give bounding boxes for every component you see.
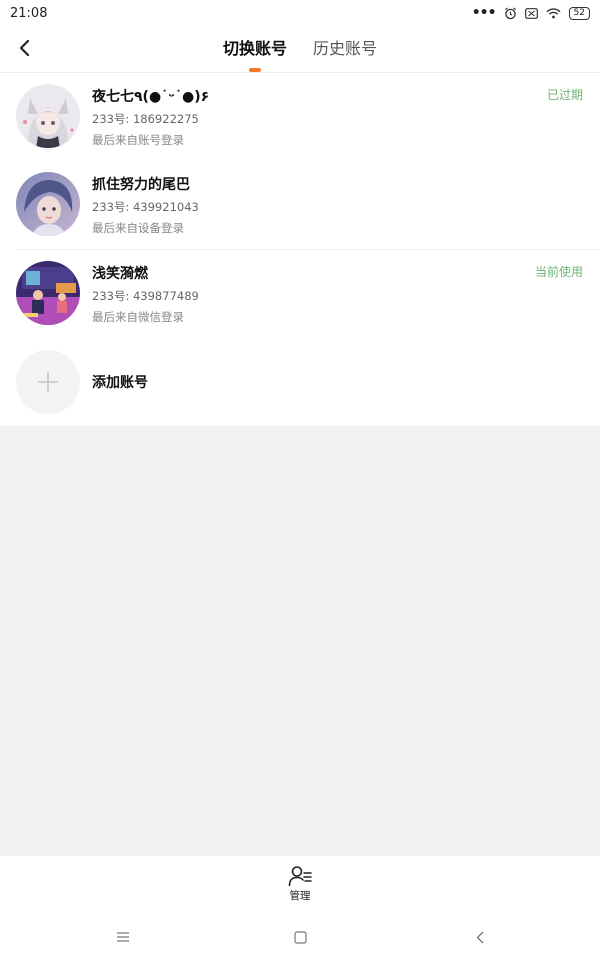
- wifi-icon: [546, 7, 561, 19]
- account-status: 已过期: [546, 88, 583, 102]
- account-login-source: 最后来自账号登录: [92, 133, 184, 147]
- home-nav-icon: [293, 930, 307, 944]
- add-account-row[interactable]: 添加账号: [0, 338, 600, 426]
- header: 切换账号 历史账号: [0, 26, 600, 73]
- add-account-label: 添加账号: [92, 375, 148, 391]
- status-icons: ••• 52: [472, 5, 590, 21]
- user-manage-icon: [288, 866, 312, 887]
- tab-indicator: [248, 68, 261, 72]
- avatar: [16, 172, 80, 236]
- tab-bar: 切换账号 历史账号: [0, 26, 600, 72]
- tab-history-account[interactable]: 历史账号: [313, 26, 377, 72]
- avatar: [16, 261, 80, 325]
- menu-nav-button[interactable]: [111, 926, 135, 948]
- manage-button[interactable]: 管理: [288, 856, 312, 914]
- status-bar: 21:08 ••• 52: [0, 0, 600, 26]
- back-nav-button[interactable]: [468, 926, 492, 948]
- battery-icon: 52: [568, 6, 590, 20]
- notification-icon: [524, 7, 538, 19]
- tab-label: 切换账号: [222, 39, 287, 58]
- account-id: 233号: 439921043: [92, 200, 199, 214]
- account-item[interactable]: 浅笑漪燃 233号: 439877489 最后来自微信登录 当前使用: [0, 250, 600, 338]
- status-time: 21:08: [10, 5, 48, 21]
- manage-label: 管理: [289, 890, 311, 902]
- alarm-icon: [504, 7, 517, 20]
- account-item[interactable]: 夜七七٩(●˙ᵕ˙●)۶ 233号: 186922275 最后来自账号登录 已过…: [0, 73, 600, 161]
- account-name: 浅笑漪燃: [92, 266, 148, 282]
- account-name: 夜七七٩(●˙ᵕ˙●)۶: [92, 89, 210, 105]
- more-dots-icon: •••: [471, 5, 497, 21]
- add-account-button[interactable]: [16, 350, 80, 414]
- account-status: 当前使用: [534, 265, 583, 279]
- account-id: 233号: 439877489: [92, 289, 199, 303]
- plus-icon: [38, 372, 58, 392]
- home-nav-button[interactable]: [288, 926, 312, 948]
- account-item[interactable]: 抓住努力的尾巴 233号: 439921043 最后来自设备登录: [0, 161, 600, 249]
- account-login-source: 最后来自微信登录: [92, 310, 184, 324]
- account-id: 233号: 186922275: [92, 112, 199, 126]
- account-list: 夜七七٩(●˙ᵕ˙●)۶ 233号: 186922275 最后来自账号登录 已过…: [0, 73, 600, 426]
- back-nav-icon: [476, 931, 484, 943]
- tab-label: 历史账号: [313, 39, 378, 58]
- account-name: 抓住努力的尾巴: [92, 177, 190, 193]
- menu-nav-icon: [117, 932, 129, 942]
- bottom-bar: 管理: [0, 856, 600, 914]
- avatar: [16, 84, 80, 148]
- account-login-source: 最后来自设备登录: [92, 221, 184, 235]
- tab-switch-account[interactable]: 切换账号: [223, 26, 287, 72]
- system-nav-bar: [0, 914, 600, 960]
